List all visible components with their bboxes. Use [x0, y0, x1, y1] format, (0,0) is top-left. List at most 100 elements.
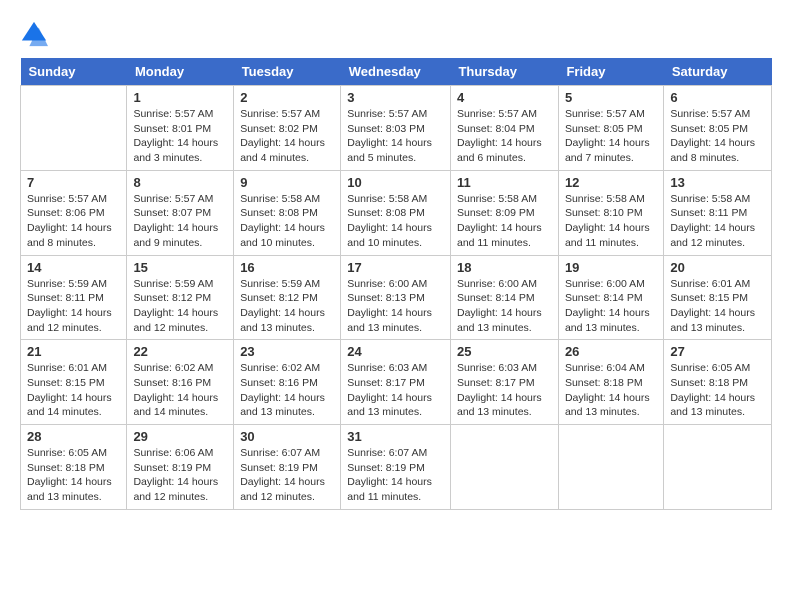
day-info: Sunrise: 6:01 AM Sunset: 8:15 PM Dayligh… — [27, 361, 120, 420]
day-number: 2 — [240, 90, 334, 105]
calendar-cell: 25Sunrise: 6:03 AM Sunset: 8:17 PM Dayli… — [450, 340, 558, 425]
day-number: 27 — [670, 344, 765, 359]
day-number: 12 — [565, 175, 657, 190]
logo-icon — [20, 20, 48, 48]
day-number: 30 — [240, 429, 334, 444]
day-number: 9 — [240, 175, 334, 190]
weekday-header-monday: Monday — [127, 58, 234, 86]
day-number: 14 — [27, 260, 120, 275]
calendar-cell: 4 Sunrise: 5:57 AM Sunset: 8:04 PM Daylig… — [450, 86, 558, 171]
day-info: Sunrise: 6:02 AM Sunset: 8:16 PM Dayligh… — [240, 361, 334, 420]
calendar-cell: 31 Sunrise: 6:07 AM Sunset: 8:19 PM Dayli… — [341, 425, 451, 510]
day-info: Sunrise: 5:58 AM Sunset: 8:09 PM Dayligh… — [457, 192, 552, 251]
day-info: Sunrise: 5:57 AM Sunset: 8:06 PM Dayligh… — [27, 192, 120, 251]
day-info: Sunrise: 6:00 AM Sunset: 8:13 PM Dayligh… — [347, 277, 444, 336]
day-info: Sunrise: 5:57 AM Sunset: 8:05 PM Dayligh… — [565, 107, 657, 166]
page-header — [20, 20, 772, 48]
day-number: 8 — [133, 175, 227, 190]
day-info: Sunrise: 6:00 AM Sunset: 8:14 PM Dayligh… — [565, 277, 657, 336]
weekday-header-wednesday: Wednesday — [341, 58, 451, 86]
day-number: 5 — [565, 90, 657, 105]
day-number: 7 — [27, 175, 120, 190]
calendar-week-5: 28 Sunrise: 6:05 AM Sunset: 8:18 PM Dayli… — [21, 425, 772, 510]
calendar-cell: 12 Sunrise: 5:58 AM Sunset: 8:10 PM Dayli… — [558, 170, 663, 255]
day-number: 23 — [240, 344, 334, 359]
calendar-cell: 26 Sunrise: 6:04 AM Sunset: 8:18 PM Dayli… — [558, 340, 663, 425]
logo — [20, 20, 52, 48]
day-info: Sunrise: 6:00 AM Sunset: 8:14 PM Dayligh… — [457, 277, 552, 336]
calendar-cell: 19 Sunrise: 6:00 AM Sunset: 8:14 PM Dayli… — [558, 255, 663, 340]
day-info: Sunrise: 5:58 AM Sunset: 8:08 PM Dayligh… — [240, 192, 334, 251]
calendar-cell: 22 Sunrise: 6:02 AM Sunset: 8:16 PM Dayli… — [127, 340, 234, 425]
calendar-cell: 14 Sunrise: 5:59 AM Sunset: 8:11 PM Dayli… — [21, 255, 127, 340]
day-number: 25 — [457, 344, 552, 359]
day-info: Sunrise: 5:57 AM Sunset: 8:07 PM Dayligh… — [133, 192, 227, 251]
calendar-cell: 2 Sunrise: 5:57 AM Sunset: 8:02 PM Daylig… — [234, 86, 341, 171]
day-number: 31 — [347, 429, 444, 444]
weekday-header-row: SundayMondayTuesdayWednesdayThursdayFrid… — [21, 58, 772, 86]
calendar-week-2: 7 Sunrise: 5:57 AM Sunset: 8:06 PM Daylig… — [21, 170, 772, 255]
calendar-cell: 24Sunrise: 6:03 AM Sunset: 8:17 PM Dayli… — [341, 340, 451, 425]
day-number: 22 — [133, 344, 227, 359]
day-number: 10 — [347, 175, 444, 190]
calendar-cell: 18Sunrise: 6:00 AM Sunset: 8:14 PM Dayli… — [450, 255, 558, 340]
day-number: 13 — [670, 175, 765, 190]
day-info: Sunrise: 6:07 AM Sunset: 8:19 PM Dayligh… — [347, 446, 444, 505]
day-info: Sunrise: 5:59 AM Sunset: 8:12 PM Dayligh… — [133, 277, 227, 336]
weekday-header-saturday: Saturday — [664, 58, 772, 86]
calendar-cell: 10Sunrise: 5:58 AM Sunset: 8:08 PM Dayli… — [341, 170, 451, 255]
calendar-cell: 11 Sunrise: 5:58 AM Sunset: 8:09 PM Dayli… — [450, 170, 558, 255]
day-info: Sunrise: 5:59 AM Sunset: 8:11 PM Dayligh… — [27, 277, 120, 336]
calendar-cell: 9 Sunrise: 5:58 AM Sunset: 8:08 PM Daylig… — [234, 170, 341, 255]
day-info: Sunrise: 6:04 AM Sunset: 8:18 PM Dayligh… — [565, 361, 657, 420]
day-info: Sunrise: 6:02 AM Sunset: 8:16 PM Dayligh… — [133, 361, 227, 420]
calendar-table: SundayMondayTuesdayWednesdayThursdayFrid… — [20, 58, 772, 510]
day-number: 15 — [133, 260, 227, 275]
day-info: Sunrise: 6:01 AM Sunset: 8:15 PM Dayligh… — [670, 277, 765, 336]
calendar-cell — [664, 425, 772, 510]
calendar-cell: 20Sunrise: 6:01 AM Sunset: 8:15 PM Dayli… — [664, 255, 772, 340]
calendar-cell: 7 Sunrise: 5:57 AM Sunset: 8:06 PM Daylig… — [21, 170, 127, 255]
calendar-cell: 30Sunrise: 6:07 AM Sunset: 8:19 PM Dayli… — [234, 425, 341, 510]
day-number: 19 — [565, 260, 657, 275]
day-info: Sunrise: 5:58 AM Sunset: 8:10 PM Dayligh… — [565, 192, 657, 251]
day-number: 4 — [457, 90, 552, 105]
day-info: Sunrise: 5:57 AM Sunset: 8:01 PM Dayligh… — [133, 107, 227, 166]
calendar-cell: 21 Sunrise: 6:01 AM Sunset: 8:15 PM Dayli… — [21, 340, 127, 425]
calendar-cell — [21, 86, 127, 171]
weekday-header-friday: Friday — [558, 58, 663, 86]
day-number: 21 — [27, 344, 120, 359]
day-info: Sunrise: 5:57 AM Sunset: 8:02 PM Dayligh… — [240, 107, 334, 166]
day-info: Sunrise: 6:05 AM Sunset: 8:18 PM Dayligh… — [27, 446, 120, 505]
calendar-cell: 3Sunrise: 5:57 AM Sunset: 8:03 PM Daylig… — [341, 86, 451, 171]
calendar-cell: 17 Sunrise: 6:00 AM Sunset: 8:13 PM Dayli… — [341, 255, 451, 340]
day-number: 1 — [133, 90, 227, 105]
calendar-cell: 15 Sunrise: 5:59 AM Sunset: 8:12 PM Dayli… — [127, 255, 234, 340]
calendar-cell: 6 Sunrise: 5:57 AM Sunset: 8:05 PM Daylig… — [664, 86, 772, 171]
day-info: Sunrise: 6:06 AM Sunset: 8:19 PM Dayligh… — [133, 446, 227, 505]
day-info: Sunrise: 5:57 AM Sunset: 8:05 PM Dayligh… — [670, 107, 765, 166]
calendar-cell: 1 Sunrise: 5:57 AM Sunset: 8:01 PM Daylig… — [127, 86, 234, 171]
day-number: 28 — [27, 429, 120, 444]
calendar-cell — [558, 425, 663, 510]
day-info: Sunrise: 6:05 AM Sunset: 8:18 PM Dayligh… — [670, 361, 765, 420]
calendar-week-3: 14 Sunrise: 5:59 AM Sunset: 8:11 PM Dayli… — [21, 255, 772, 340]
day-info: Sunrise: 6:03 AM Sunset: 8:17 PM Dayligh… — [347, 361, 444, 420]
calendar-cell: 16Sunrise: 5:59 AM Sunset: 8:12 PM Dayli… — [234, 255, 341, 340]
day-number: 6 — [670, 90, 765, 105]
calendar-cell: 8 Sunrise: 5:57 AM Sunset: 8:07 PM Daylig… — [127, 170, 234, 255]
calendar-cell: 28 Sunrise: 6:05 AM Sunset: 8:18 PM Dayli… — [21, 425, 127, 510]
day-number: 16 — [240, 260, 334, 275]
calendar-cell: 29 Sunrise: 6:06 AM Sunset: 8:19 PM Dayli… — [127, 425, 234, 510]
calendar-cell: 23 Sunrise: 6:02 AM Sunset: 8:16 PM Dayli… — [234, 340, 341, 425]
day-number: 17 — [347, 260, 444, 275]
calendar-cell: 27 Sunrise: 6:05 AM Sunset: 8:18 PM Dayli… — [664, 340, 772, 425]
day-number: 11 — [457, 175, 552, 190]
weekday-header-tuesday: Tuesday — [234, 58, 341, 86]
day-number: 26 — [565, 344, 657, 359]
day-number: 29 — [133, 429, 227, 444]
calendar-cell — [450, 425, 558, 510]
day-info: Sunrise: 5:57 AM Sunset: 8:04 PM Dayligh… — [457, 107, 552, 166]
weekday-header-thursday: Thursday — [450, 58, 558, 86]
calendar-week-1: 1 Sunrise: 5:57 AM Sunset: 8:01 PM Daylig… — [21, 86, 772, 171]
